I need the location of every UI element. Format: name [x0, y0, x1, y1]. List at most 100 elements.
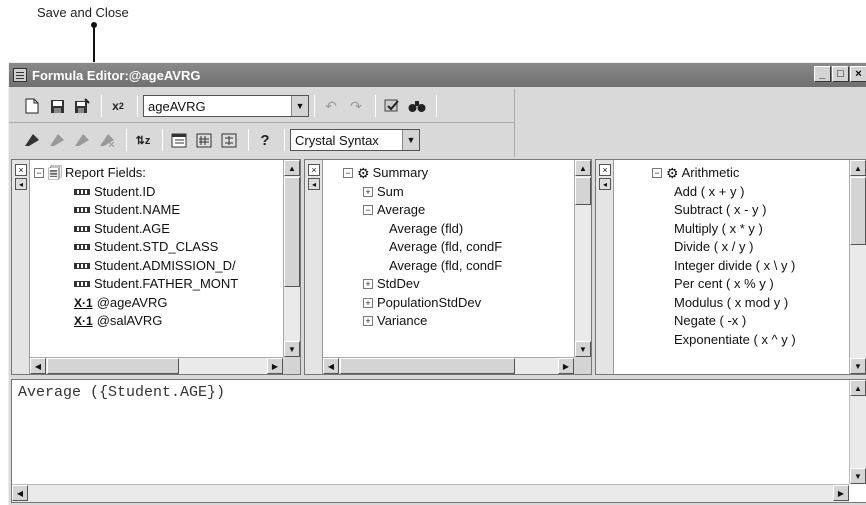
collapse-icon[interactable]: − — [363, 205, 373, 216]
list-item[interactable]: Modulus ( x mod y ) — [652, 294, 848, 313]
expand-icon[interactable]: + — [363, 316, 373, 327]
list-item[interactable]: + StdDev — [343, 275, 573, 294]
field-icon — [74, 281, 90, 288]
bookmark-icon[interactable] — [21, 129, 43, 151]
scroll-left-icon[interactable]: ◀ — [30, 358, 46, 374]
list-item[interactable]: X·1 @ageAVRG — [34, 294, 282, 313]
list-item[interactable]: Average (fld) — [343, 220, 573, 239]
collapse-icon[interactable]: − — [343, 168, 353, 179]
operator-label: Multiply ( x * y ) — [674, 220, 763, 236]
list-item[interactable]: + Variance — [343, 312, 573, 331]
expand-icon[interactable]: + — [363, 186, 373, 197]
pin-icon[interactable]: ◂ — [308, 178, 320, 190]
list-item[interactable]: Divide ( x / y ) — [652, 238, 848, 257]
maximize-button[interactable]: □ — [832, 66, 849, 82]
check-icon[interactable] — [381, 95, 403, 117]
scroll-right-icon[interactable]: ▶ — [558, 358, 574, 374]
scroll-down-icon[interactable]: ▼ — [284, 341, 300, 357]
list-item[interactable]: Student.ID — [34, 183, 282, 202]
expand-icon[interactable]: + — [363, 297, 373, 308]
toggle-fields-icon[interactable] — [168, 129, 190, 151]
scroll-down-icon[interactable]: ▼ — [575, 341, 591, 357]
save-icon[interactable] — [46, 95, 68, 117]
redo-icon[interactable]: ↷ — [345, 95, 367, 117]
horizontal-scrollbar[interactable]: ◀ ▶ — [323, 357, 574, 374]
clear-bookmarks-icon[interactable] — [96, 129, 118, 151]
scroll-thumb[interactable] — [340, 358, 515, 374]
field-label: @salAVRG — [96, 313, 163, 328]
scroll-up-icon[interactable]: ▲ — [850, 380, 866, 396]
list-item[interactable]: X·1 @salAVRG — [34, 312, 282, 331]
list-item[interactable]: Subtract ( x - y ) — [652, 201, 848, 220]
list-item[interactable]: Student.STD_CLASS — [34, 238, 282, 257]
x2-icon[interactable]: x2 — [107, 95, 129, 117]
vertical-scrollbar[interactable]: ▲ ▼ — [283, 160, 300, 357]
list-item[interactable]: − Average — [343, 201, 573, 220]
scroll-down-icon[interactable]: ▼ — [850, 358, 866, 374]
sort-icon[interactable]: ⇅z — [132, 129, 154, 151]
scroll-thumb[interactable] — [575, 177, 591, 205]
chevron-down-icon[interactable]: ▼ — [291, 96, 308, 116]
close-icon[interactable]: × — [15, 164, 27, 176]
scroll-thumb[interactable] — [47, 358, 179, 374]
list-item[interactable]: Negate ( -x ) — [652, 312, 848, 331]
vertical-scrollbar[interactable]: ▲ ▼ — [849, 160, 866, 374]
scroll-right-icon[interactable]: ▶ — [267, 358, 283, 374]
scroll-down-icon[interactable]: ▼ — [850, 468, 866, 484]
list-item[interactable]: Integer divide ( x \ y ) — [652, 257, 848, 276]
formula-name-dropdown[interactable]: ageAVRG ▼ — [143, 95, 309, 117]
list-item[interactable]: Student.AGE — [34, 220, 282, 239]
list-item[interactable]: Add ( x + y ) — [652, 183, 848, 202]
scroll-up-icon[interactable]: ▲ — [850, 160, 866, 176]
scroll-thumb[interactable] — [850, 177, 866, 245]
undo-icon[interactable]: ↶ — [320, 95, 342, 117]
close-icon[interactable]: × — [599, 164, 611, 176]
scroll-thumb[interactable] — [284, 177, 300, 287]
scroll-up-icon[interactable]: ▲ — [575, 160, 591, 176]
new-icon[interactable] — [21, 95, 43, 117]
chevron-down-icon[interactable]: ▼ — [402, 130, 419, 150]
formula-text[interactable]: Average ({Student.AGE}) — [18, 384, 225, 401]
save-and-close-icon[interactable] — [71, 95, 93, 117]
list-item[interactable]: + Sum — [343, 183, 573, 202]
scroll-left-icon[interactable]: ◀ — [323, 358, 339, 374]
toggle-operators-icon[interactable] — [218, 129, 240, 151]
formula-text-editor[interactable]: Average ({Student.AGE}) ▲ ▼ ◀ ▶ — [11, 379, 866, 503]
syntax-dropdown[interactable]: Crystal Syntax ▼ — [290, 129, 420, 151]
list-item[interactable]: Per cent ( x % y ) — [652, 275, 848, 294]
horizontal-scrollbar[interactable]: ◀ ▶ — [12, 484, 849, 502]
expand-icon[interactable]: + — [363, 279, 373, 290]
next-bookmark-icon[interactable] — [46, 129, 68, 151]
scroll-left-icon[interactable]: ◀ — [12, 485, 28, 501]
pin-icon[interactable]: ◂ — [15, 178, 27, 190]
find-icon[interactable] — [406, 95, 428, 117]
collapse-icon[interactable]: − — [652, 168, 662, 179]
list-item[interactable]: Student.ADMISSION_D/ — [34, 257, 282, 276]
tree-root[interactable]: − ⚙ Summary — [343, 164, 573, 183]
tree-root[interactable]: − 🗐 Report Fields: — [34, 164, 282, 183]
prev-bookmark-icon[interactable] — [71, 129, 93, 151]
collapse-icon[interactable]: − — [34, 168, 44, 179]
pin-icon[interactable]: ◂ — [599, 178, 611, 190]
list-item[interactable]: Exponentiate ( x ^ y ) — [652, 331, 848, 350]
field-label: Student.NAME — [94, 202, 180, 217]
function-label: Average (fld, condF — [389, 239, 503, 254]
list-item[interactable]: + PopulationStdDev — [343, 294, 573, 313]
list-item[interactable]: Average (fld, condF — [343, 238, 573, 257]
close-button[interactable]: × — [850, 66, 866, 82]
list-item[interactable]: Student.NAME — [34, 201, 282, 220]
toggle-functions-icon[interactable] — [193, 129, 215, 151]
vertical-scrollbar[interactable]: ▲ ▼ — [574, 160, 591, 357]
vertical-scrollbar[interactable]: ▲ ▼ — [849, 380, 866, 484]
help-icon[interactable]: ? — [254, 129, 276, 151]
tree-root[interactable]: − ⚙ Arithmetic — [652, 164, 848, 183]
scroll-up-icon[interactable]: ▲ — [284, 160, 300, 176]
minimize-button[interactable]: _ — [814, 66, 831, 82]
toolbar-separator — [101, 95, 102, 117]
list-item[interactable]: Student.FATHER_MONT — [34, 275, 282, 294]
list-item[interactable]: Average (fld, condF — [343, 257, 573, 276]
list-item[interactable]: Multiply ( x * y ) — [652, 220, 848, 239]
scroll-right-icon[interactable]: ▶ — [833, 485, 849, 501]
horizontal-scrollbar[interactable]: ◀ ▶ — [30, 357, 283, 374]
close-icon[interactable]: × — [308, 164, 320, 176]
